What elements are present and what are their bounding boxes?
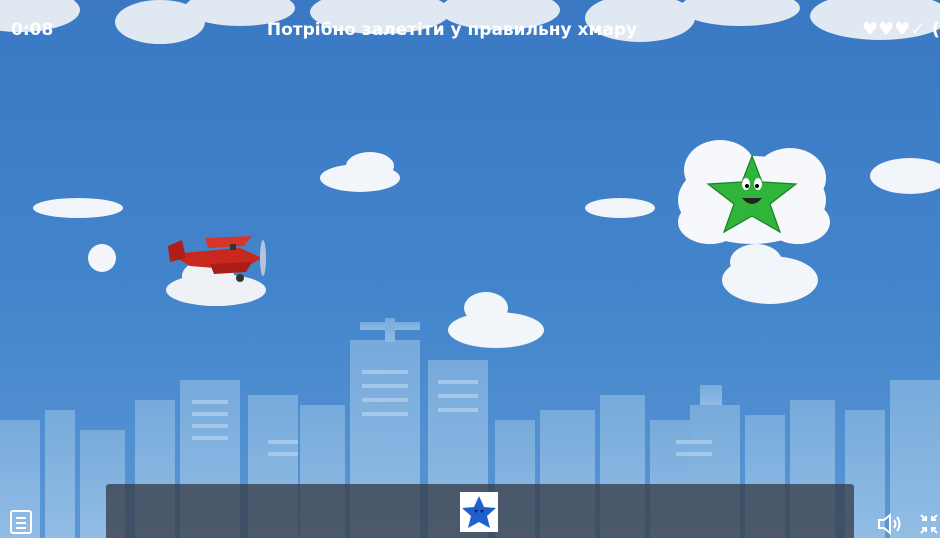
fullscreen-exit-icon[interactable] xyxy=(918,512,940,536)
menu-icon xyxy=(16,517,26,519)
lives-indicator: ♥♥♥✓ ( xyxy=(862,19,940,40)
speaker-icon[interactable] xyxy=(876,512,904,536)
blue-star-icon xyxy=(462,496,496,528)
instruction-title: Потрібно залетіти у правильну хмару xyxy=(266,20,638,40)
game-scene xyxy=(0,0,940,538)
target-shape-card xyxy=(460,492,498,532)
menu-button[interactable] xyxy=(10,510,32,534)
